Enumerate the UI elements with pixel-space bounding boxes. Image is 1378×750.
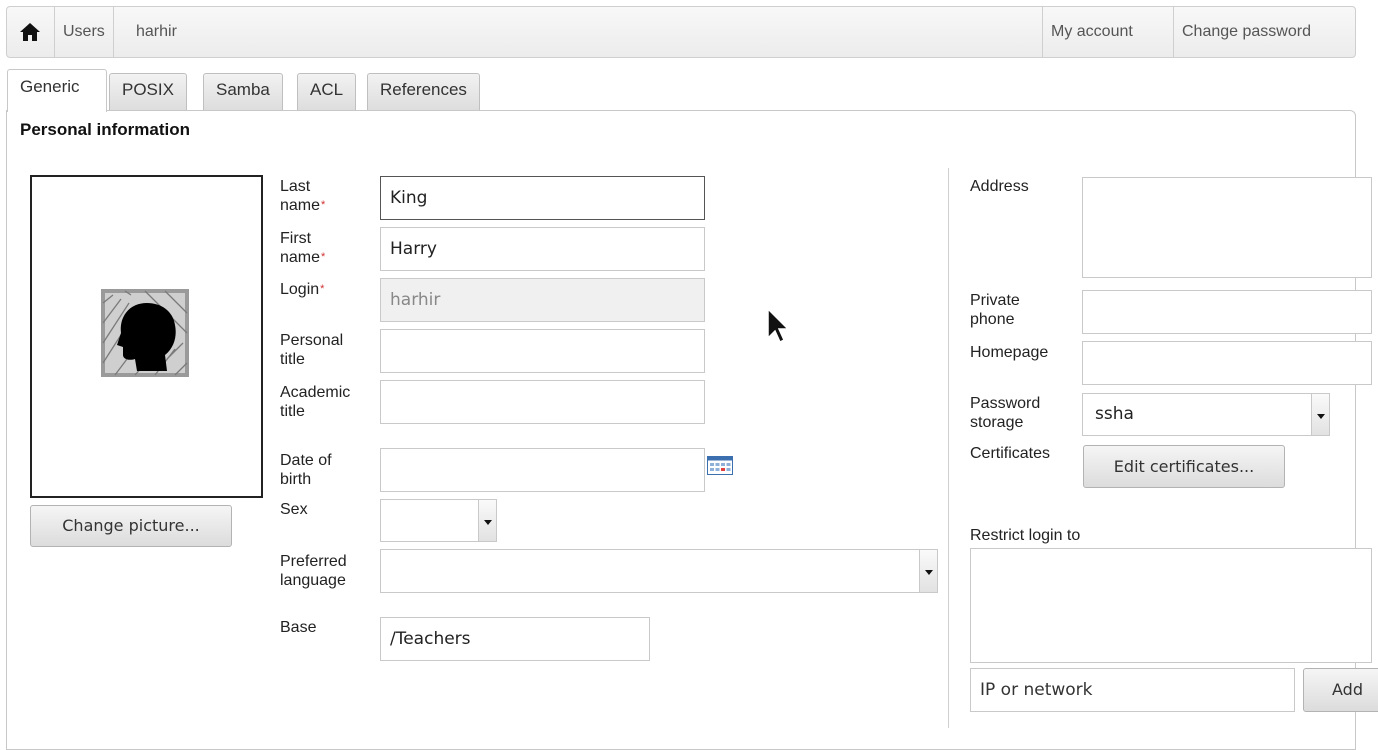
date-of-birth-field[interactable] (380, 448, 705, 492)
breadcrumb-users[interactable]: Users (55, 7, 114, 57)
academic-title-field[interactable] (380, 380, 705, 424)
base-label: Base (280, 619, 317, 636)
homepage-field[interactable] (1082, 341, 1372, 385)
change-password-link[interactable]: Change password (1173, 7, 1319, 57)
preferred-language-select[interactable] (380, 549, 938, 593)
personal-title-label: Personal title (280, 332, 344, 368)
password-storage-label: Password storage (970, 395, 1041, 431)
tab-acl[interactable]: ACL (297, 73, 357, 112)
column-divider (948, 168, 949, 728)
top-navigation-bar: Users harhir My account Change password (6, 6, 1356, 58)
personal-title-field[interactable] (380, 329, 705, 373)
my-account-link[interactable]: My account (1042, 7, 1141, 57)
login-field[interactable]: harhir (380, 278, 705, 322)
ip-network-input[interactable]: IP or network (970, 668, 1295, 712)
login-label: Login* (280, 281, 325, 298)
chevron-down-icon (478, 500, 496, 541)
address-field[interactable] (1082, 177, 1372, 278)
first-name-label: First name* (280, 230, 326, 266)
preferred-language-label: Preferred language (280, 553, 347, 589)
tab-samba[interactable]: Samba (203, 73, 283, 112)
mouse-cursor-icon (767, 308, 790, 344)
private-phone-field[interactable] (1082, 290, 1372, 334)
breadcrumb-current-user: harhir (136, 23, 177, 40)
password-storage-value: ssha (1095, 404, 1134, 424)
add-button[interactable]: Add (1303, 668, 1378, 712)
section-title: Personal information (20, 120, 191, 139)
last-name-field[interactable]: King (380, 176, 705, 220)
tab-generic[interactable]: Generic (7, 69, 107, 112)
user-silhouette-icon (101, 289, 189, 377)
first-name-field[interactable]: Harry (380, 227, 705, 271)
chevron-down-icon (919, 550, 937, 592)
restrict-login-label: Restrict login to (970, 527, 1081, 544)
sex-select[interactable] (380, 499, 497, 542)
home-icon (20, 23, 40, 41)
chevron-down-icon (1311, 394, 1329, 435)
tab-references[interactable]: References (367, 73, 480, 112)
base-field[interactable]: /Teachers (380, 617, 650, 661)
last-name-label: Last name* (280, 178, 326, 214)
change-picture-button[interactable]: Change picture... (30, 505, 232, 547)
calendar-icon[interactable] (707, 456, 733, 475)
password-storage-select[interactable]: ssha (1082, 393, 1330, 436)
date-of-birth-label: Date of birth (280, 452, 332, 488)
sex-label: Sex (280, 501, 308, 518)
academic-title-label: Academic title (280, 384, 351, 420)
private-phone-label: Private phone (970, 292, 1020, 328)
user-picture (30, 175, 263, 498)
tab-posix[interactable]: POSIX (109, 73, 187, 112)
certificates-label: Certificates (970, 445, 1051, 462)
address-label: Address (970, 178, 1029, 195)
home-button[interactable] (7, 7, 55, 57)
restrict-login-list[interactable] (970, 548, 1372, 663)
edit-certificates-button[interactable]: Edit certificates... (1083, 445, 1285, 488)
homepage-label: Homepage (970, 344, 1049, 361)
